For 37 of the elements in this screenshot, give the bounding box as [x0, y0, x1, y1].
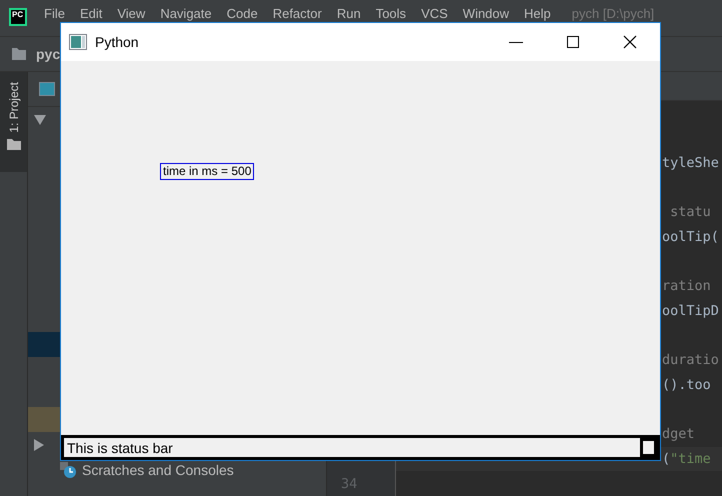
folder-icon: [12, 48, 26, 60]
size-grip[interactable]: [640, 438, 657, 457]
code-line: dget: [662, 426, 695, 442]
menu-item[interactable]: Refactor: [272, 6, 322, 21]
project-breadcrumb[interactable]: pyc: [36, 46, 60, 62]
close-icon[interactable]: [623, 35, 637, 49]
menu-item[interactable]: Edit: [80, 6, 102, 21]
maximize-icon[interactable]: [567, 36, 579, 48]
monitor-icon: [39, 82, 55, 96]
tree-item-label[interactable]: Scratches and Consoles: [82, 462, 234, 478]
window-icon: [69, 34, 87, 50]
code-line: ().too: [662, 376, 711, 393]
code-line: oolTip(: [662, 228, 719, 245]
menu-item[interactable]: VCS: [421, 6, 448, 21]
menu-item[interactable]: Code: [226, 6, 258, 21]
code-line: tyleShe: [662, 154, 719, 171]
code-line: ration: [662, 278, 711, 294]
code-line: duratio: [662, 352, 719, 368]
project-title: pych [D:\pych]: [572, 6, 654, 21]
window-title: Python: [95, 34, 140, 50]
time-label: time in ms = 500: [160, 163, 254, 180]
menu-item[interactable]: Run: [336, 6, 361, 21]
menu-item[interactable]: View: [117, 6, 146, 21]
folder-icon: [6, 138, 20, 150]
expand-arrow-icon[interactable]: [34, 114, 46, 124]
project-tool-tab[interactable]: 1: Project: [0, 72, 27, 172]
code-line: statu: [669, 204, 711, 220]
code-line: oolTipD: [662, 302, 719, 319]
menu-item[interactable]: Help: [524, 6, 551, 21]
menu-item[interactable]: Tools: [376, 6, 406, 21]
menu-item[interactable]: File: [44, 6, 65, 21]
status-text: This is status bar: [66, 440, 173, 456]
expand-arrow-icon[interactable]: [34, 438, 44, 450]
menu-item[interactable]: Window: [462, 6, 510, 21]
menu-item[interactable]: Navigate: [160, 6, 212, 21]
code-line: ("time: [662, 450, 711, 467]
app-logo: PC: [9, 8, 27, 26]
